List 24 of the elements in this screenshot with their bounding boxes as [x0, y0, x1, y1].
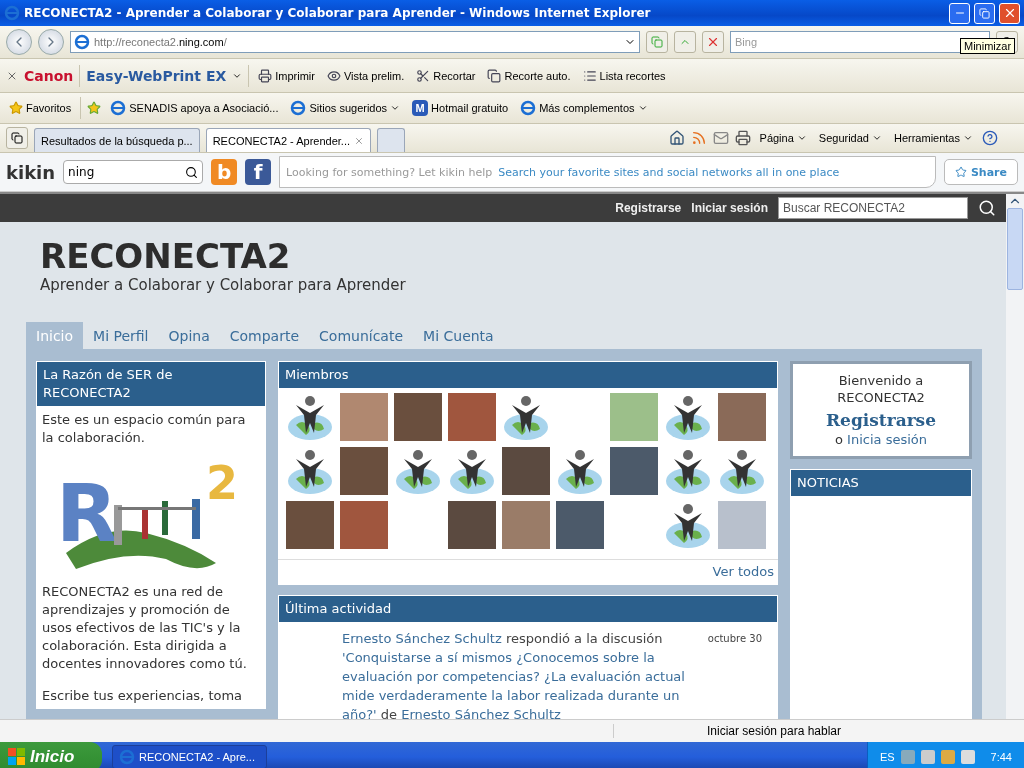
welcome-text: Bienvenido a RECONECTA2	[836, 372, 926, 406]
panel-header: Miembros	[278, 361, 778, 389]
kikin-logo: kikin	[6, 161, 56, 183]
site-title: RECONECTA2	[40, 236, 292, 276]
kikin-prompt: Looking for something? Let kikin help	[286, 165, 493, 179]
panel-header: NOTICIAS	[790, 469, 972, 497]
site-tagline: Aprender a Colaborar y Colaborar para Aprender	[40, 276, 407, 294]
description-text: Escribe tus experiencias, toma	[41, 687, 244, 705]
clock: 7:44	[990, 751, 1012, 763]
description-text: RECONECTA2 es una red de aprendizajes y promoción de usos efectivos de las TIC's y la colaboración. Esta dirigida a docentes innovadores como tú.	[41, 583, 248, 673]
activity-date: octubre 30	[707, 632, 762, 646]
url-text: http://reconecta2.ning.com/	[94, 36, 228, 48]
panel-header: Última actividad	[278, 595, 778, 623]
search-value: ning	[68, 165, 95, 179]
canon-logo: Canon	[24, 67, 74, 84]
window-title: RECONECTA2 - Aprender a Colaborar y Colaborar para Aprender - Windows Internet Explorer	[24, 6, 652, 20]
login-text: o Inicia sesión	[835, 431, 927, 448]
tooltip: Minimizar	[960, 38, 1016, 54]
activity-text: Ernesto Sánchez Schultz respondió a la discusión 'Conquistarse a sí mismos ¿Conocemos sobre la evaluación por competencias? ¿La evaluación actual mide verdaderamente la labor realizada durante un año?' de Ernesto Sánchez Schultz	[342, 630, 686, 719]
hotmail-icon: M	[412, 100, 429, 116]
bing-placeholder: Bing	[735, 36, 758, 48]
reconecta-logo: R 2	[46, 453, 246, 577]
intro-text: Este es un espacio común para la colaboración.	[41, 411, 247, 447]
panel-header: La Razón de SER de RECONECTA2	[36, 361, 266, 407]
